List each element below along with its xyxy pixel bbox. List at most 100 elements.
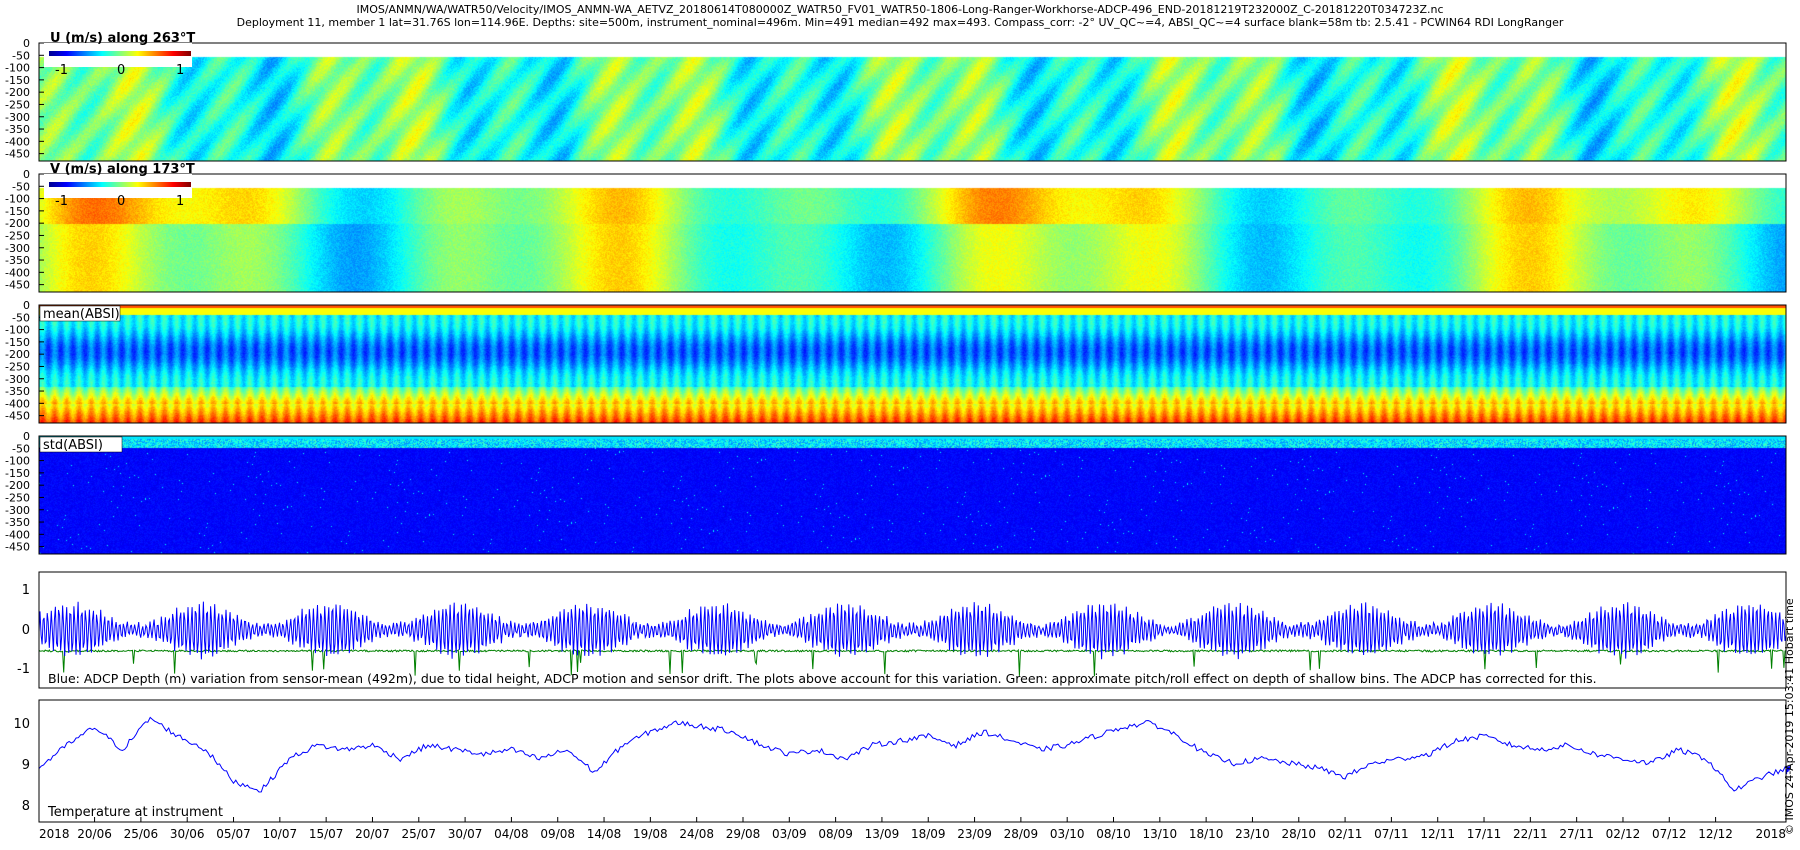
mean-absi-heatmap — [39, 305, 1786, 423]
v-velocity-label: V (m/s) along 173°T — [50, 162, 195, 177]
v-velocity-heatmap — [39, 174, 1786, 292]
depth-tick-label: -100 — [5, 324, 30, 337]
depth-tick-label: -50 — [12, 180, 30, 193]
u-velocity-label: U (m/s) along 263°T — [50, 31, 195, 46]
chart-figure: 0-50-100-150-200-250-300-350-400-450 U (… — [5, 31, 1796, 841]
date-tick-label: 15/07 — [309, 827, 344, 841]
date-tick-label: 02/11 — [1328, 827, 1363, 841]
depth-tick-label: -100 — [5, 455, 30, 468]
date-tick-label: 03/10 — [1050, 827, 1085, 841]
depth-tick-label: -200 — [5, 479, 30, 492]
depth-tick-label: -450 — [5, 148, 30, 161]
depth-ytick-neg1: -1 — [17, 662, 30, 677]
v-colorbar-tick-neg: -1 — [55, 194, 68, 209]
depth-tick-label: -200 — [5, 86, 30, 99]
date-tick-label: 29/08 — [726, 827, 761, 841]
depth-tick-label: -250 — [5, 360, 30, 373]
depth-tick-label: -400 — [5, 397, 30, 410]
depth-tick-label: -400 — [5, 528, 30, 541]
depth-tick-label: -350 — [5, 254, 30, 267]
depth-tick-label: 0 — [23, 430, 30, 443]
date-tick-label: 13/10 — [1143, 827, 1178, 841]
depth-tick-label: -150 — [5, 205, 30, 218]
date-tick-label: 17/11 — [1467, 827, 1502, 841]
date-tick-label: 12/11 — [1420, 827, 1455, 841]
depth-tick-label: -450 — [5, 410, 30, 423]
copyright-text: © IMOS 24-Apr-2019 15:03:41 Hobart time — [1783, 598, 1796, 835]
depth-tick-label: -400 — [5, 135, 30, 148]
depth-tick-label: -50 — [12, 311, 30, 324]
date-tick-label: 07/12 — [1652, 827, 1687, 841]
date-tick-label: 08/09 — [818, 827, 853, 841]
date-tick-label: 13/09 — [865, 827, 900, 841]
date-tick-label: 18/09 — [911, 827, 946, 841]
std-absi-panel: 0-50-100-150-200-250-300-350-400-450 std… — [5, 430, 1787, 555]
date-tick-label: 24/08 — [679, 827, 714, 841]
depth-tick-label: 0 — [23, 299, 30, 312]
date-tick-label: 10/07 — [263, 827, 298, 841]
depth-tick-label: -150 — [5, 467, 30, 480]
depth-tick-label: 0 — [23, 37, 30, 50]
date-tick-label: 08/10 — [1096, 827, 1131, 841]
v-colorbar — [49, 182, 191, 187]
u-velocity-heatmap — [39, 43, 1786, 161]
depth-tick-label: -250 — [5, 98, 30, 111]
depth-tick-label: -250 — [5, 229, 30, 242]
depth-tick-label: -300 — [5, 373, 30, 386]
date-tick-label: 25/06 — [124, 827, 159, 841]
depth-tick-label: -450 — [5, 279, 30, 292]
depth-tick-label: -250 — [5, 491, 30, 504]
mean-absi-panel: 0-50-100-150-200-250-300-350-400-450 mea… — [5, 299, 1787, 424]
depth-tick-label: -150 — [5, 74, 30, 87]
date-tick-label: 03/09 — [772, 827, 807, 841]
date-tick-label: 20/07 — [355, 827, 390, 841]
date-tick-label: 12/12 — [1698, 827, 1733, 841]
date-tick-label: 2018 — [39, 827, 70, 841]
temp-ytick-10: 10 — [13, 717, 30, 732]
date-tick-label: 25/07 — [401, 827, 436, 841]
depth-tick-label: -300 — [5, 504, 30, 517]
depth-tick-label: -300 — [5, 242, 30, 255]
u-colorbar — [49, 51, 191, 56]
depth-tick-label: -50 — [12, 442, 30, 455]
date-tick-label: 28/10 — [1281, 827, 1316, 841]
depth-tick-label: -450 — [5, 541, 30, 554]
date-tick-label: 19/08 — [633, 827, 668, 841]
u-velocity-heatmap-holder — [39, 43, 1786, 161]
temp-ytick-9: 9 — [22, 758, 30, 773]
date-tick-label: 09/08 — [540, 827, 575, 841]
date-tick-label: 23/09 — [957, 827, 992, 841]
date-tick-label: 20/06 — [77, 827, 112, 841]
date-tick-label: 22/11 — [1513, 827, 1548, 841]
v-velocity-heatmap-holder — [39, 174, 1786, 292]
date-tick-label: 30/06 — [170, 827, 205, 841]
date-tick-label: 18/10 — [1189, 827, 1224, 841]
depth-caption: Blue: ADCP Depth (m) variation from sens… — [48, 671, 1597, 686]
depth-tick-label: -50 — [12, 49, 30, 62]
u-colorbar-tick-zero: 0 — [117, 63, 125, 78]
date-tick-label: 05/07 — [216, 827, 251, 841]
depth-variation-panel: 1 0 -1 Blue: ADCP Depth (m) variation fr… — [17, 571, 1787, 689]
temp-ytick-8: 8 — [22, 799, 30, 814]
u-colorbar-tick-neg: -1 — [55, 63, 68, 78]
mean-absi-heatmap-holder — [39, 305, 1786, 423]
depth-tick-label: -350 — [5, 123, 30, 136]
depth-tick-label: -200 — [5, 217, 30, 230]
depth-tick-label: -100 — [5, 62, 30, 75]
u-velocity-panel: 0-50-100-150-200-250-300-350-400-450 U (… — [5, 31, 1787, 162]
temperature-panel: 10 9 8 Temperature at instrument 2018 20/… — [13, 699, 1791, 841]
date-tick-label: 2018 — [1755, 827, 1786, 841]
depth-tick-label: -350 — [5, 385, 30, 398]
date-tick-label: 14/08 — [587, 827, 622, 841]
date-tick-label: 02/12 — [1606, 827, 1641, 841]
v-velocity-panel: 0-50-100-150-200-250-300-350-400-450 V (… — [5, 162, 1787, 293]
std-absi-heatmap-holder — [39, 436, 1786, 554]
depth-tick-label: -150 — [5, 336, 30, 349]
depth-ytick-1: 1 — [22, 583, 30, 598]
temperature-label: Temperature at instrument — [47, 805, 223, 820]
depth-tick-label: -300 — [5, 111, 30, 124]
date-tick-label: 27/11 — [1559, 827, 1594, 841]
v-colorbar-tick-pos: 1 — [176, 194, 184, 209]
depth-tick-label: -200 — [5, 348, 30, 361]
date-tick-label: 28/09 — [1004, 827, 1039, 841]
